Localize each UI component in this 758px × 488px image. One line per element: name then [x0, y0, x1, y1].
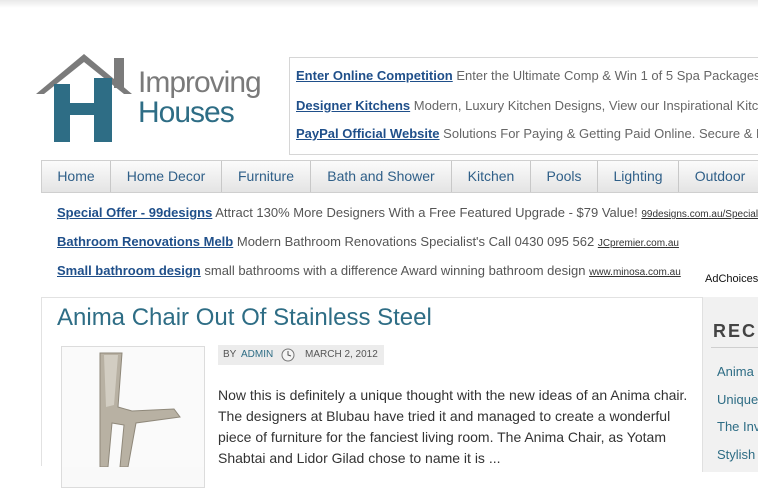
link-ad-item: Special Offer - 99designs Attract 130% M…: [57, 205, 758, 220]
link-ad-item: Small bathroom design small bathrooms wi…: [57, 263, 681, 278]
nav-item-lighting[interactable]: Lighting: [598, 161, 679, 192]
main-nav: Home Home Decor Furniture Bath and Showe…: [41, 160, 758, 193]
logo-text-improving: Improving: [138, 66, 262, 99]
sidebar-recent-link[interactable]: The Invi: [717, 419, 758, 434]
link-ad-description: Modern Bathroom Renovations Specialist's…: [236, 234, 595, 249]
content-divider: [41, 297, 758, 298]
nav-item-furniture[interactable]: Furniture: [222, 161, 311, 192]
top-ad-item: PayPal Official Website Solutions For Pa…: [296, 126, 758, 141]
link-ad-url[interactable]: JCpremier.com.au: [598, 238, 679, 249]
adchoices-label[interactable]: AdChoices: [705, 273, 758, 285]
nav-item-pools[interactable]: Pools: [531, 161, 598, 192]
link-ad-block: Special Offer - 99designs Attract 130% M…: [41, 196, 758, 292]
top-gradient-bar: [0, 0, 758, 8]
top-ad-block: Enter Online Competition Enter the Ultim…: [289, 57, 758, 155]
logo-text-houses: Houses: [138, 96, 235, 129]
top-ad-item: Enter Online Competition Enter the Ultim…: [296, 68, 758, 83]
top-ad-link[interactable]: Designer Kitchens: [296, 98, 410, 113]
top-ad-item: Designer Kitchens Modern, Luxury Kitchen…: [296, 98, 758, 113]
clock-icon: [281, 348, 295, 362]
sidebar-heading: RECE: [713, 321, 758, 341]
top-ad-description: Modern, Luxury Kitchen Designs, View our…: [413, 98, 758, 113]
site-logo[interactable]: Improving Houses: [34, 48, 269, 143]
nav-item-kitchen[interactable]: Kitchen: [452, 161, 531, 192]
link-ad-title[interactable]: Small bathroom design: [57, 263, 201, 278]
link-ad-url[interactable]: www.minosa.com.au: [589, 267, 681, 278]
post-thumbnail[interactable]: [61, 346, 205, 488]
link-ad-title[interactable]: Bathroom Renovations Melb: [57, 234, 233, 249]
nav-item-home-decor[interactable]: Home Decor: [111, 161, 222, 192]
link-ad-description: Attract 130% More Designers With a Free …: [215, 205, 638, 220]
sidebar-recent-link[interactable]: Anima C: [717, 364, 758, 379]
top-ad-link[interactable]: PayPal Official Website: [296, 126, 440, 141]
link-ad-item: Bathroom Renovations Melb Modern Bathroo…: [57, 234, 679, 249]
link-ad-description: small bathrooms with a difference Award …: [204, 263, 586, 278]
post-title[interactable]: Anima Chair Out Of Stainless Steel: [57, 304, 432, 332]
sidebar-recent-link[interactable]: Unique: [717, 392, 758, 407]
sidebar-divider: [711, 347, 758, 348]
nav-item-bath-and-shower[interactable]: Bath and Shower: [311, 161, 452, 192]
house-logo-icon: [36, 54, 132, 142]
post-author-link[interactable]: ADMIN: [241, 345, 273, 365]
sidebar-recent-posts: RECE Anima C Unique The Invi Stylish: [702, 297, 758, 472]
sidebar-recent-link[interactable]: Stylish: [717, 447, 755, 462]
content-left-border: [41, 297, 42, 466]
post-meta-by: BY: [223, 349, 237, 360]
top-ad-description: Solutions For Paying & Getting Paid Onli…: [443, 126, 758, 141]
nav-item-home[interactable]: Home: [42, 161, 111, 192]
top-ad-link[interactable]: Enter Online Competition: [296, 68, 453, 83]
nav-item-outdoor[interactable]: Outdoor: [679, 161, 758, 192]
chair-image-icon: [62, 347, 204, 468]
top-ad-description: Enter the Ultimate Comp & Win 1 of 5 Spa…: [456, 68, 758, 83]
post-excerpt: Now this is definitely a unique thought …: [218, 387, 688, 466]
link-ad-title[interactable]: Special Offer - 99designs: [57, 205, 212, 220]
post-meta: BY ADMIN MARCH 2, 2012: [218, 345, 384, 365]
link-ad-url[interactable]: 99designs.com.au/Special: [641, 209, 758, 220]
post-date: MARCH 2, 2012: [305, 349, 378, 360]
